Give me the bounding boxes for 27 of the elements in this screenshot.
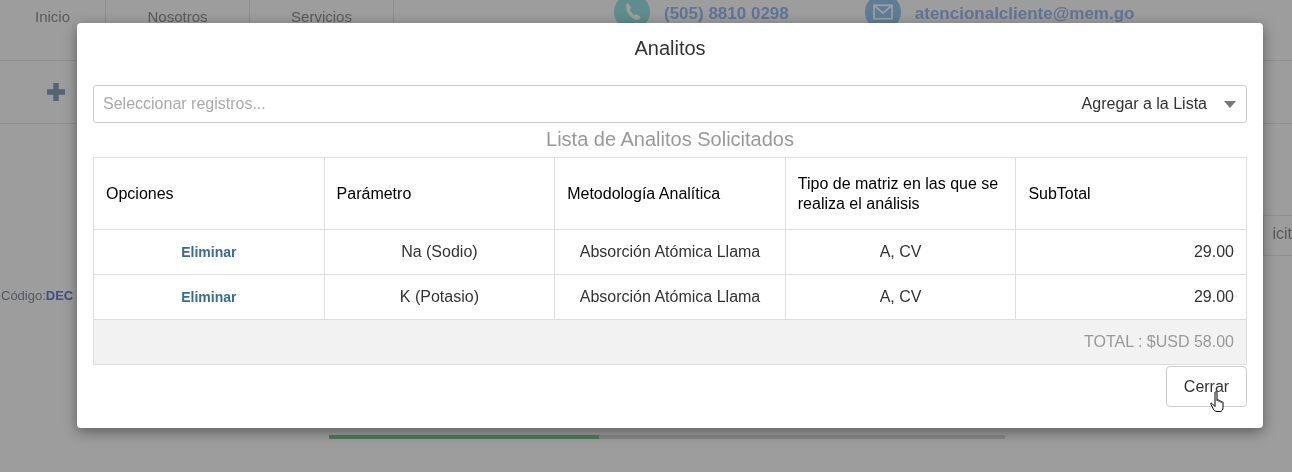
- table-cell: A, CV: [785, 229, 1016, 275]
- caret-icon[interactable]: [1224, 100, 1236, 108]
- list-heading: Lista de Analitos Solicitados: [545, 127, 795, 152]
- plus-icon[interactable]: [47, 83, 65, 101]
- total-cell: TOTAL : $USD 58.00: [93, 319, 1247, 365]
- table-cell: 29.00: [1015, 274, 1247, 320]
- code-value: DEC: [45, 288, 74, 303]
- close-button[interactable]: Cerrar: [1166, 366, 1247, 407]
- table-cell: 29.00: [1015, 229, 1247, 275]
- table-cell: Absorción Atómica Llama: [554, 229, 786, 275]
- select-field[interactable]: Seleccionar registros... Agregar a la Lista: [93, 85, 1247, 123]
- column-header: Parámetro: [324, 157, 555, 230]
- column-header: SubTotal: [1015, 157, 1247, 230]
- table-cell: Na (Sodio): [324, 229, 555, 275]
- table-cell: K (Potasio): [324, 274, 555, 320]
- column-header: Opciones: [93, 157, 325, 230]
- table-cell: Absorción Atómica Llama: [554, 274, 786, 320]
- table-cell: A, CV: [785, 274, 1016, 320]
- email-address: atencionalcliente@mem.go: [914, 4, 1135, 24]
- delete-link[interactable]: Eliminar: [181, 244, 237, 260]
- hand-cursor-icon: [1210, 391, 1226, 413]
- code-label: Código:: [1, 288, 46, 303]
- delete-link[interactable]: Eliminar: [181, 289, 237, 305]
- phone-number: (505) 8810 0298: [664, 4, 789, 24]
- column-header: Tipo de matriz en las que se realiza el análisis: [785, 157, 1016, 230]
- column-header: Metodología Analítica: [554, 157, 786, 230]
- modal-title: Analitos: [633, 36, 707, 61]
